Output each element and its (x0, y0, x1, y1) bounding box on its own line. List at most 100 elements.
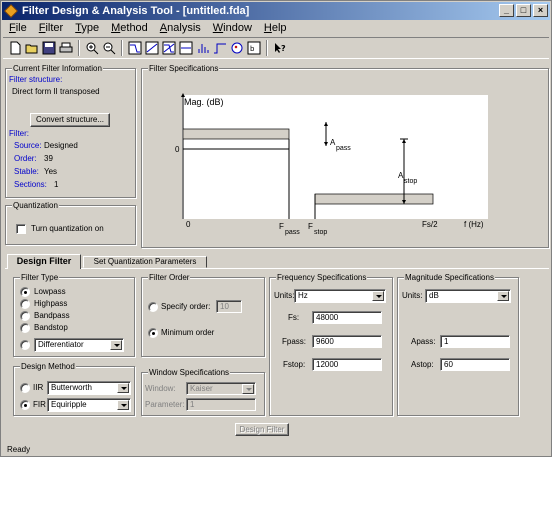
lowpass-radio[interactable] (20, 287, 30, 297)
fs-input[interactable]: 48000 (312, 311, 382, 324)
specify-order-label: Specify order: (161, 302, 211, 311)
tab-set-quantization-parameters[interactable]: Set Quantization Parameters (83, 256, 207, 268)
chevron-down-icon (110, 340, 122, 350)
mag-axis-label: Mag. (dB) (184, 97, 224, 107)
convert-structure-button[interactable]: Convert structure... (30, 113, 110, 127)
astop-input[interactable]: 60 (440, 358, 510, 371)
quantization-checkbox[interactable] (16, 224, 26, 234)
filter-structure-value: Direct form II transposed (12, 87, 100, 96)
coefficients-icon[interactable]: b (246, 40, 262, 56)
iir-method-value: Butterworth (51, 383, 92, 392)
menu-help[interactable]: Help (258, 21, 293, 35)
menu-type[interactable]: Type (69, 21, 105, 35)
bandstop-radio[interactable] (20, 323, 30, 333)
specify-order-radio[interactable] (148, 302, 158, 312)
source-label: Source: (14, 141, 42, 150)
group-delay-icon[interactable] (178, 40, 194, 56)
other-type-value: Differentiator (38, 340, 84, 349)
freq-units-dropdown[interactable]: Hz (294, 289, 386, 303)
iir-label: IIR (33, 383, 44, 392)
impulse-icon[interactable] (195, 40, 211, 56)
filter-order-title: Filter Order (148, 273, 191, 282)
menu-window[interactable]: Window (207, 21, 258, 35)
magnitude-spec-title: Magnitude Specifications (404, 273, 495, 282)
print-icon[interactable] (58, 40, 74, 56)
x-zero-label: 0 (186, 220, 191, 229)
fpass-input-label: Fpass: (282, 337, 307, 346)
save-icon[interactable] (41, 40, 57, 56)
fpass-label: F (279, 222, 284, 231)
menu-bar: File Filter Type Method Analysis Window … (3, 21, 293, 35)
menu-file[interactable]: File (3, 21, 33, 35)
window-dropdown[interactable]: Kaiser (186, 382, 256, 395)
magnitude-icon[interactable] (127, 40, 143, 56)
other-type-dropdown[interactable]: Differentiator (34, 338, 124, 352)
mag-phase-icon[interactable] (161, 40, 177, 56)
highpass-radio[interactable] (20, 299, 30, 309)
order-input[interactable]: 10 (216, 300, 242, 313)
highpass-label: Highpass (34, 299, 68, 308)
new-icon[interactable] (7, 40, 23, 56)
fstop-label: F (308, 222, 313, 231)
mag-units-dropdown[interactable]: dB (425, 289, 511, 303)
fstop-sub: stop (314, 229, 327, 236)
chevron-down-icon (497, 291, 509, 301)
f-hz-label: f (Hz) (464, 220, 484, 229)
fir-method-dropdown[interactable]: Equiripple (47, 398, 131, 412)
phase-icon[interactable] (144, 40, 160, 56)
stable-label: Stable: (14, 167, 39, 176)
bandpass-radio[interactable] (20, 311, 30, 321)
fpass-input[interactable]: 9600 (312, 335, 382, 348)
close-button[interactable]: × (533, 4, 548, 17)
stable-value: Yes (44, 167, 58, 176)
step-icon[interactable] (212, 40, 228, 56)
menu-analysis[interactable]: Analysis (154, 21, 207, 35)
fs-label: Fs: (288, 313, 300, 322)
chevron-down-icon (117, 383, 129, 393)
minimum-order-radio[interactable] (148, 328, 158, 338)
current-filter-info-title: Current Filter Information (12, 64, 103, 73)
zoom-in-icon[interactable] (84, 40, 100, 56)
tab-design-filter[interactable]: Design Filter (7, 254, 81, 269)
chevron-down-icon (242, 384, 254, 394)
menu-filter[interactable]: Filter (33, 21, 69, 35)
mag-units-value: dB (429, 291, 439, 300)
astop-sub: stop (404, 178, 417, 185)
filter-specifications-title: Filter Specifications (148, 64, 220, 73)
quantization-checkbox-label: Turn quantization on (31, 224, 104, 233)
magnitude-spec-panel: Magnitude Specifications Units: dB Apass… (397, 273, 519, 416)
apass-input[interactable]: 1 (440, 335, 510, 348)
design-method-panel: Design Method IIR Butterworth FIR Equiri… (13, 362, 135, 416)
design-filter-button[interactable]: Design Filter (235, 423, 289, 436)
iir-method-dropdown[interactable]: Butterworth (47, 381, 131, 395)
open-icon[interactable] (24, 40, 40, 56)
whats-this-icon[interactable]: ? (272, 40, 288, 56)
frequency-spec-title: Frequency Specifications (276, 273, 368, 282)
fir-method-value: Equiripple (51, 400, 87, 409)
lowpass-label: Lowpass (34, 287, 66, 296)
fstop-input[interactable]: 12000 (312, 358, 382, 371)
matlab-app-icon (4, 4, 18, 18)
fir-radio[interactable] (20, 400, 30, 410)
iir-radio[interactable] (20, 383, 30, 393)
minimize-button[interactable]: _ (499, 4, 514, 17)
svg-text:?: ? (281, 44, 286, 53)
fdatool-window: Filter Design & Analysis Tool - [untitle… (0, 0, 552, 457)
other-type-radio[interactable] (20, 340, 30, 350)
filter-label: Filter: (9, 129, 29, 138)
chevron-down-icon (117, 400, 129, 410)
filter-type-panel: Filter Type Lowpass Highpass Bandpass Ba… (13, 273, 135, 357)
zoom-out-icon[interactable] (101, 40, 117, 56)
filter-specifications-panel: Filter Specifications Mag. (dB) 0 0 F pa… (141, 64, 549, 248)
window-spec-panel: Window Specifications Window: Kaiser Par… (141, 368, 265, 416)
pole-zero-icon[interactable] (229, 40, 245, 56)
quantization-title: Quantization (12, 201, 59, 210)
sections-label: Sections: (14, 180, 47, 189)
sections-value: 1 (54, 180, 59, 189)
maximize-button[interactable]: □ (516, 4, 531, 17)
design-method-title: Design Method (20, 362, 76, 371)
minimum-order-label: Minimum order (161, 328, 215, 337)
apass-sub: pass (336, 145, 351, 152)
menu-method[interactable]: Method (105, 21, 154, 35)
parameter-input[interactable]: 1 (186, 398, 256, 411)
